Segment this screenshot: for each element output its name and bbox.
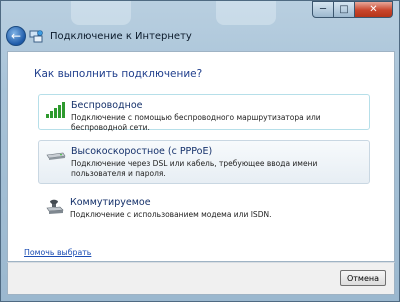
window-title: Подключение к Интернету	[50, 30, 192, 42]
background-glass-decoration	[71, 1, 131, 25]
broadband-modem-icon	[45, 147, 67, 165]
dialup-modem-icon	[44, 198, 66, 216]
wizard-footer: Отмена	[7, 262, 395, 295]
option-title: Беспроводное	[71, 100, 143, 111]
caption-buttons: ─ □ ✕	[312, 1, 393, 18]
option-dialup[interactable]: Коммутируемое Подключение с использовани…	[38, 192, 370, 228]
option-wireless[interactable]: Беспроводное Подключение с помощью беспр…	[38, 94, 370, 132]
minimize-button[interactable]: ─	[312, 1, 334, 18]
maximize-button[interactable]: □	[334, 1, 355, 18]
page-heading: Как выполнить подключение?	[34, 68, 203, 80]
option-broadband-pppoe[interactable]: Высокоскоростное (с PPPoE) Подключение ч…	[38, 140, 370, 184]
option-description: Подключение через DSL или кабель, требую…	[71, 159, 318, 178]
network-connection-icon	[29, 29, 43, 43]
window-frame: ─ □ ✕ ← Подключение к Интернету Как выпо…	[0, 0, 400, 302]
cancel-button[interactable]: Отмена	[340, 270, 386, 286]
background-glass-decoration	[216, 1, 276, 25]
option-description: Подключение с помощью беспроводного марш…	[71, 113, 321, 132]
close-button[interactable]: ✕	[355, 1, 393, 18]
option-title: Высокоскоростное (с PPPoE)	[71, 146, 213, 157]
option-title: Коммутируемое	[70, 197, 151, 208]
navigation-bar: ← Подключение к Интернету	[6, 25, 192, 47]
wizard-content: Как выполнить подключение? Беспроводное …	[7, 51, 395, 262]
help-choose-link[interactable]: Помочь выбрать	[24, 248, 91, 257]
back-button[interactable]: ←	[6, 26, 26, 46]
option-description: Подключение с использованием модема или …	[70, 210, 272, 219]
wireless-signal-icon	[45, 101, 67, 119]
